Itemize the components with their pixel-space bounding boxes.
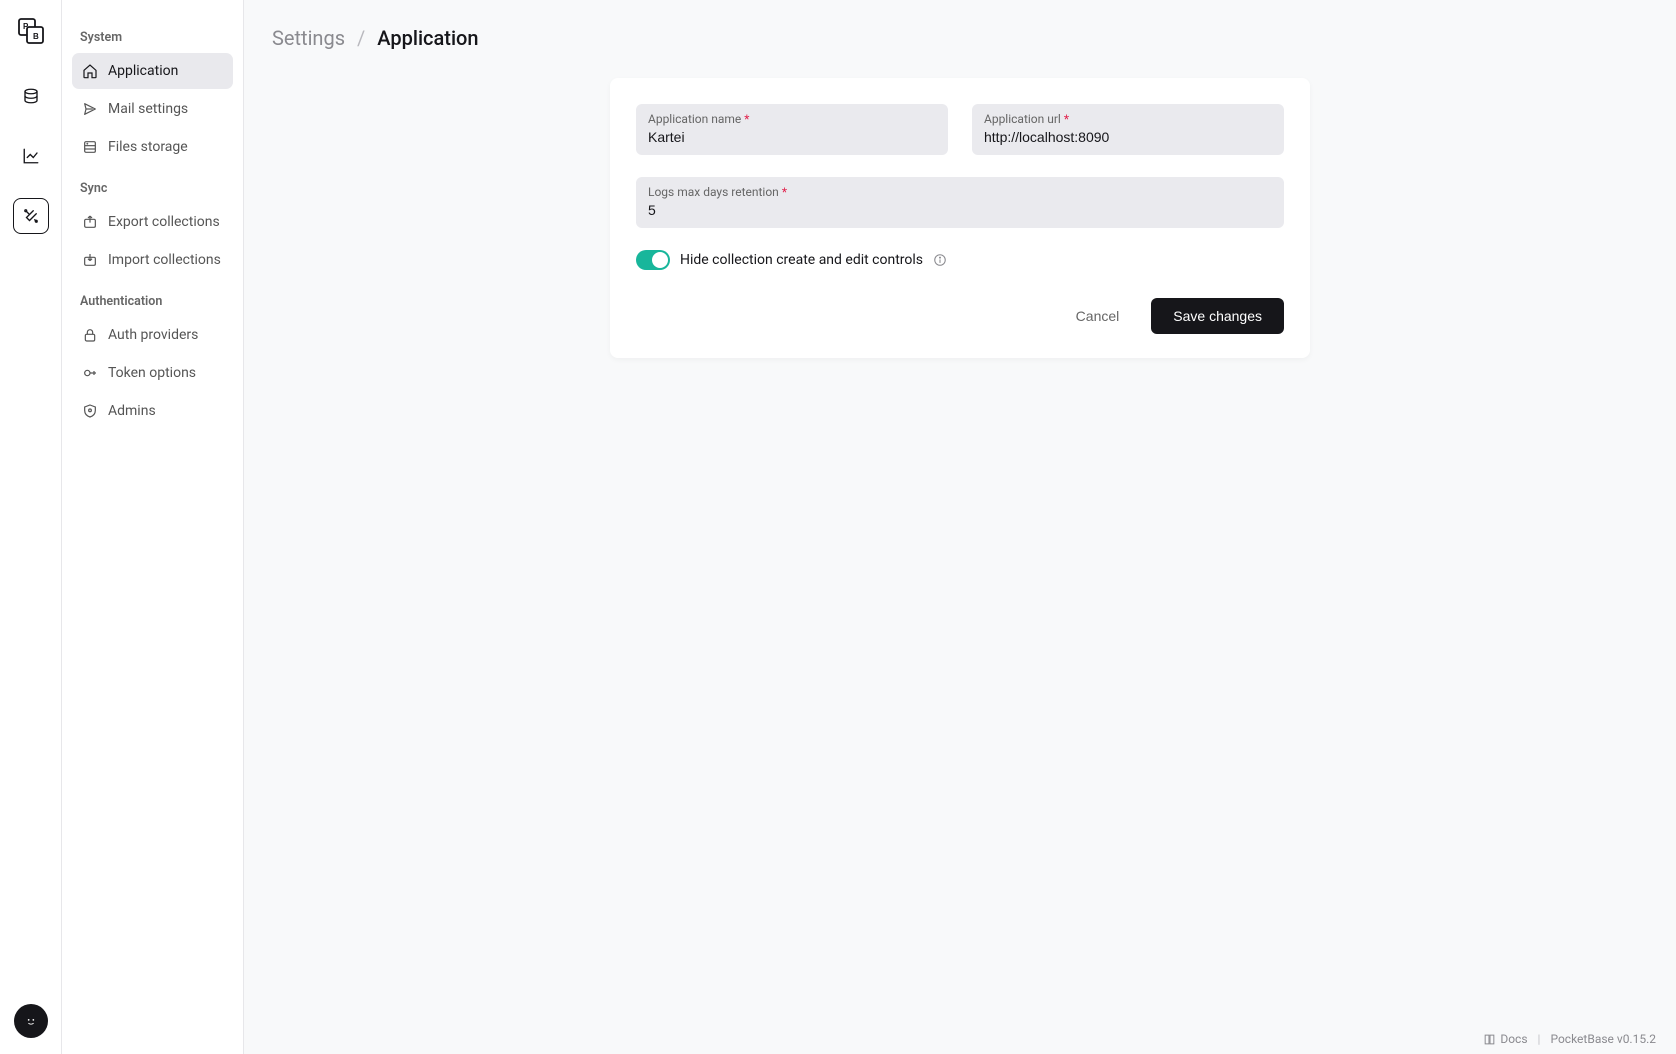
- application-name-input[interactable]: [648, 129, 936, 145]
- docs-link[interactable]: Docs: [1483, 1032, 1527, 1046]
- shield-icon: [82, 403, 98, 419]
- avatar[interactable]: [14, 1004, 48, 1038]
- save-button[interactable]: Save changes: [1151, 298, 1284, 334]
- nav-settings[interactable]: [13, 198, 49, 234]
- required-mark: *: [782, 185, 787, 199]
- svg-text:P: P: [23, 22, 29, 31]
- storage-icon: [82, 139, 98, 155]
- field-application-name[interactable]: Application name *: [636, 104, 948, 155]
- lock-icon: [82, 327, 98, 343]
- cancel-button[interactable]: Cancel: [1054, 298, 1142, 334]
- breadcrumb-parent[interactable]: Settings: [272, 26, 345, 50]
- field-logs-retention[interactable]: Logs max days retention *: [636, 177, 1284, 228]
- sidebar-item-label: Token options: [108, 365, 196, 381]
- logs-retention-input[interactable]: [648, 202, 1272, 218]
- sidebar-heading-sync: Sync: [72, 175, 233, 202]
- svg-text:B: B: [33, 32, 39, 41]
- breadcrumb-current: Application: [377, 26, 478, 50]
- sidebar: System Application Mail settings Files s…: [62, 0, 244, 1054]
- field-application-url[interactable]: Application url *: [972, 104, 1284, 155]
- sidebar-heading-system: System: [72, 24, 233, 51]
- required-mark: *: [744, 112, 749, 126]
- export-icon: [82, 214, 98, 230]
- required-mark: *: [1064, 112, 1069, 126]
- info-icon[interactable]: [933, 253, 947, 267]
- import-icon: [82, 252, 98, 268]
- sidebar-item-auth-providers[interactable]: Auth providers: [72, 317, 233, 353]
- nav-collections[interactable]: [13, 78, 49, 114]
- main-content: Settings / Application Application name …: [244, 0, 1676, 1054]
- home-icon: [82, 63, 98, 79]
- sidebar-item-admins[interactable]: Admins: [72, 393, 233, 429]
- toggle-label: Hide collection create and edit controls: [680, 252, 923, 268]
- key-icon: [82, 365, 98, 381]
- version-label: PocketBase v0.15.2: [1550, 1032, 1656, 1046]
- appbar: P B: [0, 0, 62, 1054]
- hide-controls-toggle[interactable]: [636, 250, 670, 270]
- sidebar-heading-auth: Authentication: [72, 288, 233, 315]
- sidebar-item-files[interactable]: Files storage: [72, 129, 233, 165]
- footer: Docs | PocketBase v0.15.2: [1483, 1032, 1656, 1046]
- application-url-input[interactable]: [984, 129, 1272, 145]
- sidebar-item-label: Admins: [108, 403, 156, 419]
- logo: P B: [16, 16, 46, 46]
- field-label: Application url *: [984, 112, 1272, 126]
- sidebar-item-label: Files storage: [108, 139, 188, 155]
- sidebar-item-label: Export collections: [108, 214, 220, 230]
- field-label: Logs max days retention *: [648, 185, 1272, 199]
- sidebar-item-label: Import collections: [108, 252, 221, 268]
- sidebar-item-label: Application: [108, 63, 178, 79]
- book-icon: [1483, 1033, 1496, 1046]
- sidebar-item-export[interactable]: Export collections: [72, 204, 233, 240]
- breadcrumb-separator: /: [357, 26, 365, 50]
- sidebar-item-label: Auth providers: [108, 327, 198, 343]
- breadcrumb: Settings / Application: [244, 0, 1676, 68]
- footer-separator: |: [1538, 1032, 1541, 1046]
- send-icon: [82, 101, 98, 117]
- sidebar-item-token-options[interactable]: Token options: [72, 355, 233, 391]
- sidebar-item-import[interactable]: Import collections: [72, 242, 233, 278]
- sidebar-item-mail[interactable]: Mail settings: [72, 91, 233, 127]
- settings-panel: Application name * Application url *: [610, 78, 1310, 358]
- nav-logs[interactable]: [13, 138, 49, 174]
- sidebar-item-application[interactable]: Application: [72, 53, 233, 89]
- field-label: Application name *: [648, 112, 936, 126]
- sidebar-item-label: Mail settings: [108, 101, 188, 117]
